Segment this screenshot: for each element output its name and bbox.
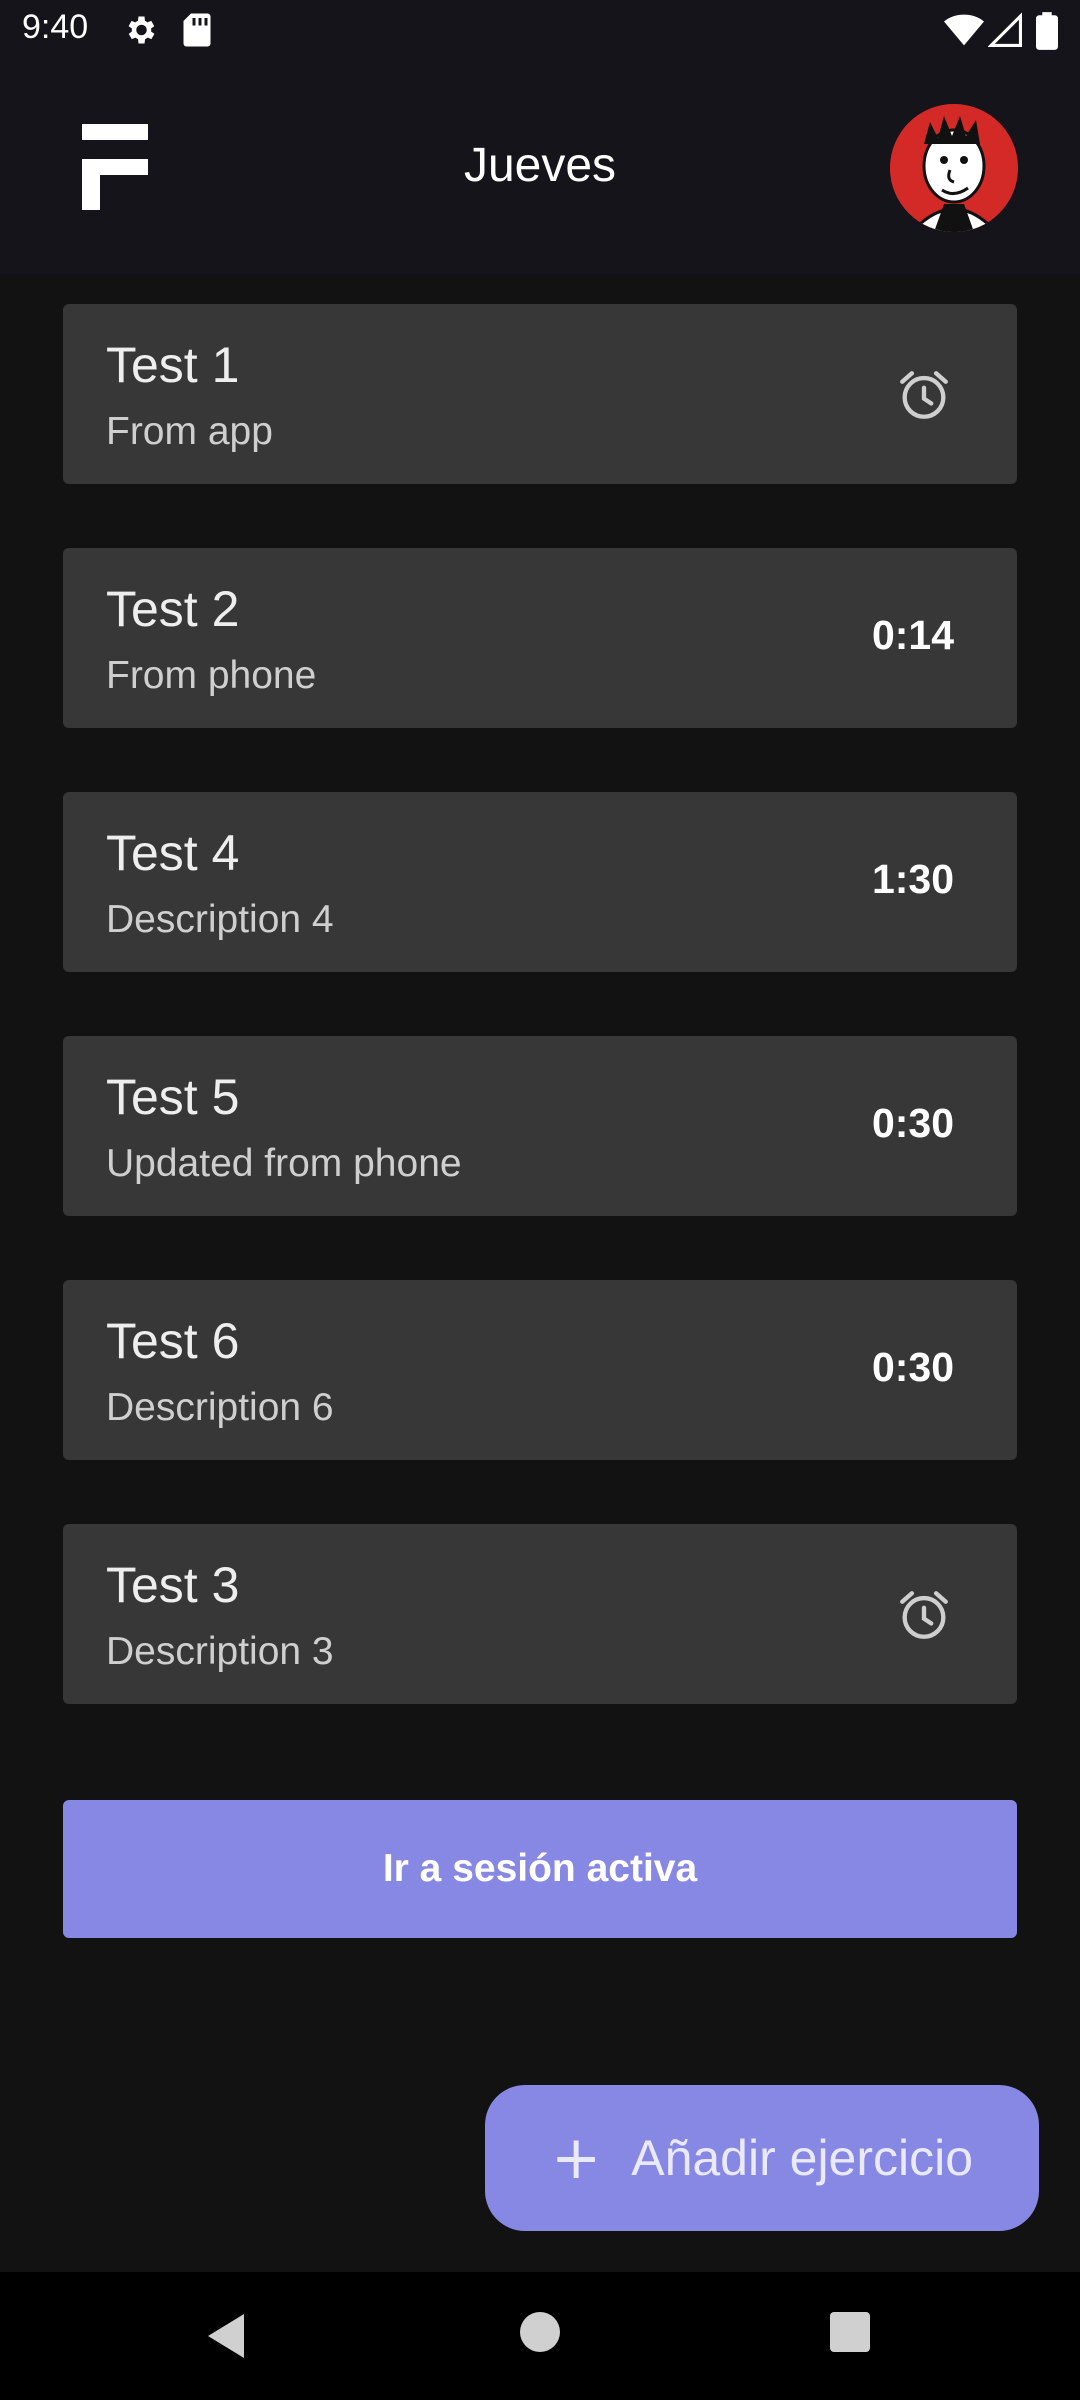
exercise-card[interactable]: Test 6 Description 6 0:30 [63, 1280, 1017, 1460]
recents-icon[interactable] [830, 2312, 870, 2352]
exercise-duration: 0:30 [871, 1344, 954, 1390]
status-bar: 9:40 [0, 0, 1080, 64]
back-icon[interactable] [204, 2312, 248, 2360]
exercise-description: Description 6 [106, 1386, 334, 1429]
exercise-description: Description 4 [106, 898, 334, 941]
sd-card-icon [183, 13, 211, 47]
exercise-name: Test 3 [106, 1557, 240, 1613]
exercise-list: Test 1 From app Test 2 From phone 0:14 T… [63, 304, 1017, 1768]
exercise-duration: 0:14 [871, 612, 954, 658]
app-bar: Jueves [0, 64, 1080, 274]
active-session-button[interactable]: Ir a sesión activa [63, 1800, 1017, 1938]
exercise-card[interactable]: Test 4 Description 4 1:30 [63, 792, 1017, 972]
exercise-name: Test 2 [106, 581, 240, 637]
exercise-card[interactable]: Test 2 From phone 0:14 [63, 548, 1017, 728]
exercise-name: Test 5 [106, 1069, 240, 1125]
exercise-name: Test 6 [106, 1313, 240, 1369]
exercise-card[interactable]: Test 3 Description 3 [63, 1524, 1017, 1704]
status-time: 9:40 [22, 8, 89, 46]
exercise-duration: 0:30 [871, 1100, 954, 1146]
exercise-card[interactable]: Test 1 From app [63, 304, 1017, 484]
signal-icon [988, 12, 1022, 47]
plus-icon: + [550, 2123, 602, 2193]
add-exercise-fab[interactable]: + Añadir ejercicio [485, 2085, 1039, 2231]
avatar[interactable] [890, 104, 1018, 232]
exercise-description: From phone [106, 654, 317, 697]
system-nav-bar [0, 2272, 1080, 2400]
exercise-description: Updated from phone [106, 1142, 462, 1185]
settings-icon [128, 16, 155, 44]
exercise-duration: 1:30 [871, 856, 954, 902]
home-icon[interactable] [520, 2312, 560, 2352]
exercise-description: Description 3 [106, 1630, 334, 1673]
exercise-card[interactable]: Test 5 Updated from phone 0:30 [63, 1036, 1017, 1216]
exercise-name: Test 4 [106, 825, 240, 881]
exercise-description: From app [106, 410, 273, 453]
alarm-icon[interactable] [895, 366, 953, 424]
fab-label: Añadir ejercicio [631, 2130, 974, 2186]
battery-icon [1036, 12, 1058, 50]
avatar-face-icon [890, 104, 1018, 232]
wifi-icon [944, 14, 984, 46]
alarm-icon[interactable] [895, 1586, 953, 1644]
exercise-name: Test 1 [106, 337, 240, 393]
